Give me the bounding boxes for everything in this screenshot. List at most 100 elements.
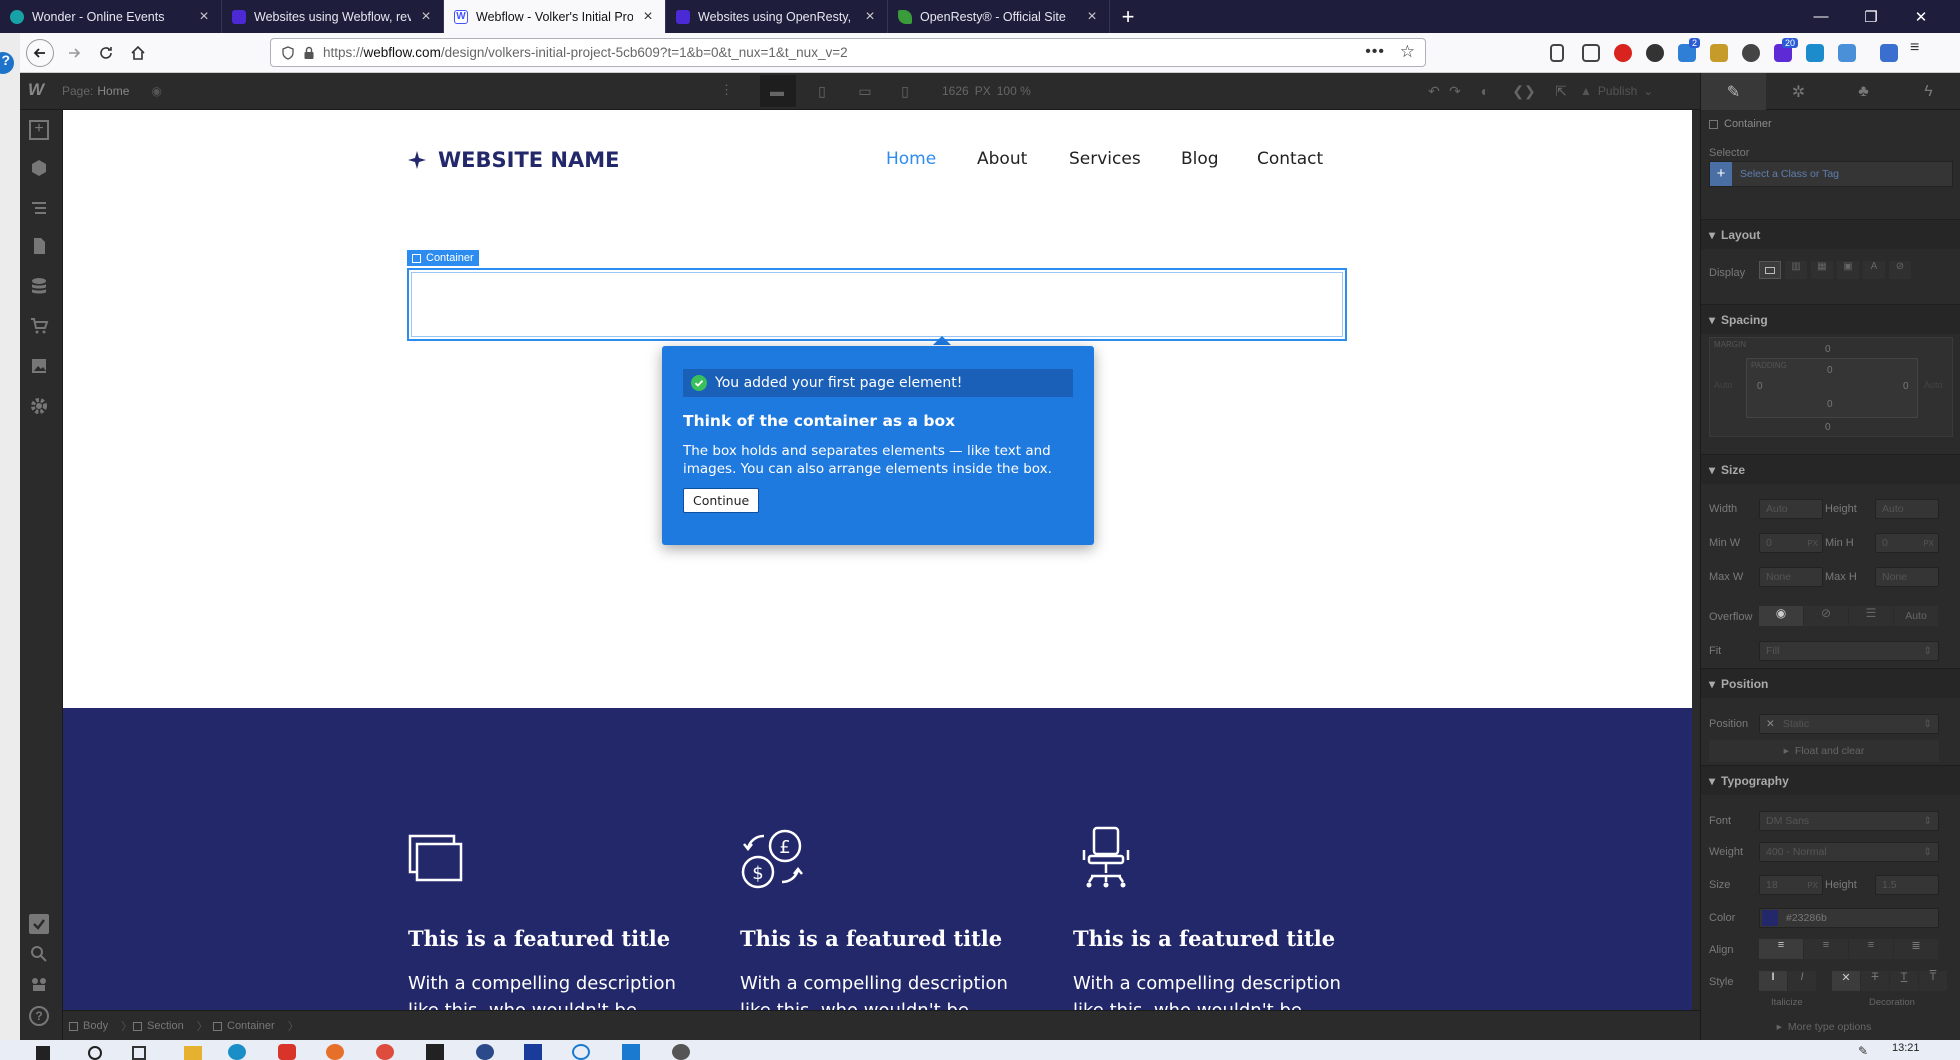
vscode-icon[interactable] — [622, 1044, 640, 1060]
add-panel-icon[interactable]: + — [29, 120, 49, 140]
margin-left-value[interactable]: Auto — [1714, 380, 1733, 390]
home-button[interactable] — [124, 39, 152, 67]
underline-icon[interactable]: T — [1890, 971, 1918, 991]
breadcrumb-section[interactable]: Section 〉 — [133, 1011, 208, 1041]
interactions-bolt-icon[interactable]: ϟ — [1896, 73, 1960, 110]
search-icon[interactable] — [29, 944, 49, 964]
display-none-icon[interactable]: ⊘ — [1889, 261, 1911, 279]
extension-icon[interactable] — [1646, 44, 1664, 62]
selected-element-tag[interactable]: Container — [407, 250, 479, 266]
new-tab-button[interactable]: + — [1110, 0, 1146, 33]
close-tab-icon[interactable]: × — [863, 8, 877, 26]
extension-badge-icon[interactable]: 20 — [1774, 38, 1798, 62]
extension-icon[interactable] — [1710, 44, 1728, 62]
overflow-hidden-icon[interactable]: ⊘ — [1804, 606, 1848, 626]
page-actions-icon[interactable]: ••• — [1365, 43, 1385, 61]
add-class-icon[interactable]: + — [1710, 162, 1732, 186]
align-justify-icon[interactable]: ≣ — [1894, 939, 1938, 959]
app-icon[interactable] — [524, 1044, 542, 1060]
close-tab-icon[interactable]: × — [641, 8, 655, 26]
spacing-box-model[interactable]: MARGIN 0 Auto Auto 0 PADDING 0 0 0 0 — [1709, 337, 1953, 437]
selected-container[interactable] — [407, 268, 1347, 341]
firefox-icon[interactable] — [326, 1044, 344, 1060]
app-icon[interactable] — [572, 1044, 590, 1060]
width-input[interactable]: Auto — [1759, 499, 1823, 519]
adblock-icon[interactable] — [1614, 44, 1632, 62]
video-tutorial-icon[interactable] — [29, 974, 49, 994]
spacing-section-header[interactable]: ▾ Spacing — [1701, 304, 1960, 334]
position-section-header[interactable]: ▾ Position — [1701, 668, 1960, 698]
italic-off-icon[interactable]: I — [1759, 971, 1787, 991]
font-select[interactable]: DM Sans ⇕ — [1759, 811, 1939, 831]
weight-select[interactable]: 400 - Normal ⇕ — [1759, 842, 1939, 862]
library-icon[interactable] — [1550, 44, 1564, 62]
extension-badge-icon[interactable]: 2 — [1678, 38, 1700, 62]
fit-select[interactable]: Fill ⇕ — [1759, 641, 1939, 661]
restore-button[interactable]: ❐ — [1848, 0, 1894, 33]
overflow-auto-option[interactable]: Auto — [1894, 606, 1938, 626]
close-window-button[interactable]: ✕ — [1898, 0, 1944, 33]
browser-tab[interactable]: Websites using OpenResty, revi × — [666, 0, 888, 33]
file-explorer-icon[interactable] — [184, 1046, 202, 1060]
display-flex-icon[interactable]: ▥ — [1785, 261, 1807, 279]
padding-top-value[interactable]: 0 — [1827, 365, 1833, 376]
task-view-icon[interactable] — [132, 1046, 146, 1060]
extension-icon[interactable] — [1742, 44, 1760, 62]
style-manager-drops-icon[interactable]: ♣ — [1831, 73, 1896, 110]
continue-button[interactable]: Continue — [683, 488, 760, 513]
search-icon[interactable] — [88, 1046, 102, 1060]
layout-section-header[interactable]: ▾ Layout — [1701, 219, 1960, 249]
site-brand[interactable]: WEBSITE NAME — [408, 148, 620, 172]
decoration-none-icon[interactable]: ✕ — [1832, 971, 1860, 991]
features-section[interactable]: This is a featured title With a compelli… — [63, 708, 1692, 1010]
italic-on-icon[interactable]: I — [1788, 971, 1816, 991]
windows-start-icon[interactable] — [36, 1046, 50, 1060]
extension-icon[interactable] — [1806, 44, 1824, 62]
close-tab-icon[interactable]: × — [419, 8, 433, 26]
nav-link-services[interactable]: Services — [1069, 149, 1141, 169]
pen-icon[interactable]: ✎ — [1858, 1044, 1868, 1058]
margin-top-value[interactable]: 0 — [1825, 344, 1831, 355]
minimize-button[interactable]: — — [1798, 0, 1844, 33]
float-and-clear-toggle[interactable]: ▸ Float and clear — [1709, 740, 1939, 762]
help-icon[interactable]: ? — [29, 1006, 49, 1026]
strikethrough-icon[interactable]: T — [1861, 971, 1889, 991]
min-width-input[interactable]: 0 PX — [1759, 533, 1823, 553]
color-swatch[interactable] — [1762, 910, 1778, 926]
padding-left-value[interactable]: 0 — [1757, 381, 1763, 392]
undo-icon[interactable]: ↶ — [1425, 82, 1443, 100]
overflow-visible-eye-icon[interactable]: ◉ — [1759, 606, 1803, 626]
display-inline-icon[interactable]: A — [1863, 261, 1885, 279]
nav-link-contact[interactable]: Contact — [1257, 149, 1323, 169]
breadcrumb-container[interactable]: Container 〉 — [213, 1011, 299, 1041]
extension-icon[interactable] — [1838, 44, 1856, 62]
browser-tab[interactable]: Websites using Webflow, review × — [222, 0, 444, 33]
navigator-icon[interactable] — [29, 198, 49, 218]
nav-link-home[interactable]: Home — [886, 149, 936, 169]
close-tab-icon[interactable]: × — [197, 8, 211, 26]
app-icon[interactable] — [278, 1044, 296, 1060]
close-tab-icon[interactable]: × — [1085, 8, 1099, 26]
overflow-scroll-icon[interactable]: ☰ — [1849, 606, 1893, 626]
cms-icon[interactable] — [29, 276, 49, 296]
margin-bottom-value[interactable]: 0 — [1825, 422, 1831, 433]
chrome-icon[interactable] — [376, 1044, 394, 1060]
more-type-options-toggle[interactable]: ▸ More type options — [1709, 1017, 1939, 1037]
extensions-icon[interactable] — [1880, 44, 1898, 62]
mobile-landscape-icon[interactable]: ▭ — [856, 82, 874, 100]
eye-preview-icon[interactable]: ◉ — [151, 84, 161, 98]
forward-button[interactable] — [60, 39, 88, 67]
color-input[interactable]: #23286b — [1759, 908, 1939, 928]
min-height-input[interactable]: 0 PX — [1875, 533, 1939, 553]
reload-button[interactable] — [92, 39, 120, 67]
browser-tab[interactable]: OpenResty® - Official Site × — [888, 0, 1110, 33]
app-icon[interactable] — [476, 1044, 494, 1060]
position-select[interactable]: ✕ Static ⇕ — [1759, 714, 1939, 734]
max-height-input[interactable]: None — [1875, 567, 1939, 587]
nav-link-about[interactable]: About — [977, 149, 1027, 169]
export-icon[interactable]: ⇱ — [1552, 82, 1570, 100]
display-grid-icon[interactable]: ▦ — [1811, 261, 1833, 279]
breadcrumb-body[interactable]: Body 〉 — [69, 1011, 132, 1041]
height-input[interactable]: Auto — [1875, 499, 1939, 519]
nav-link-blog[interactable]: Blog — [1181, 149, 1219, 169]
